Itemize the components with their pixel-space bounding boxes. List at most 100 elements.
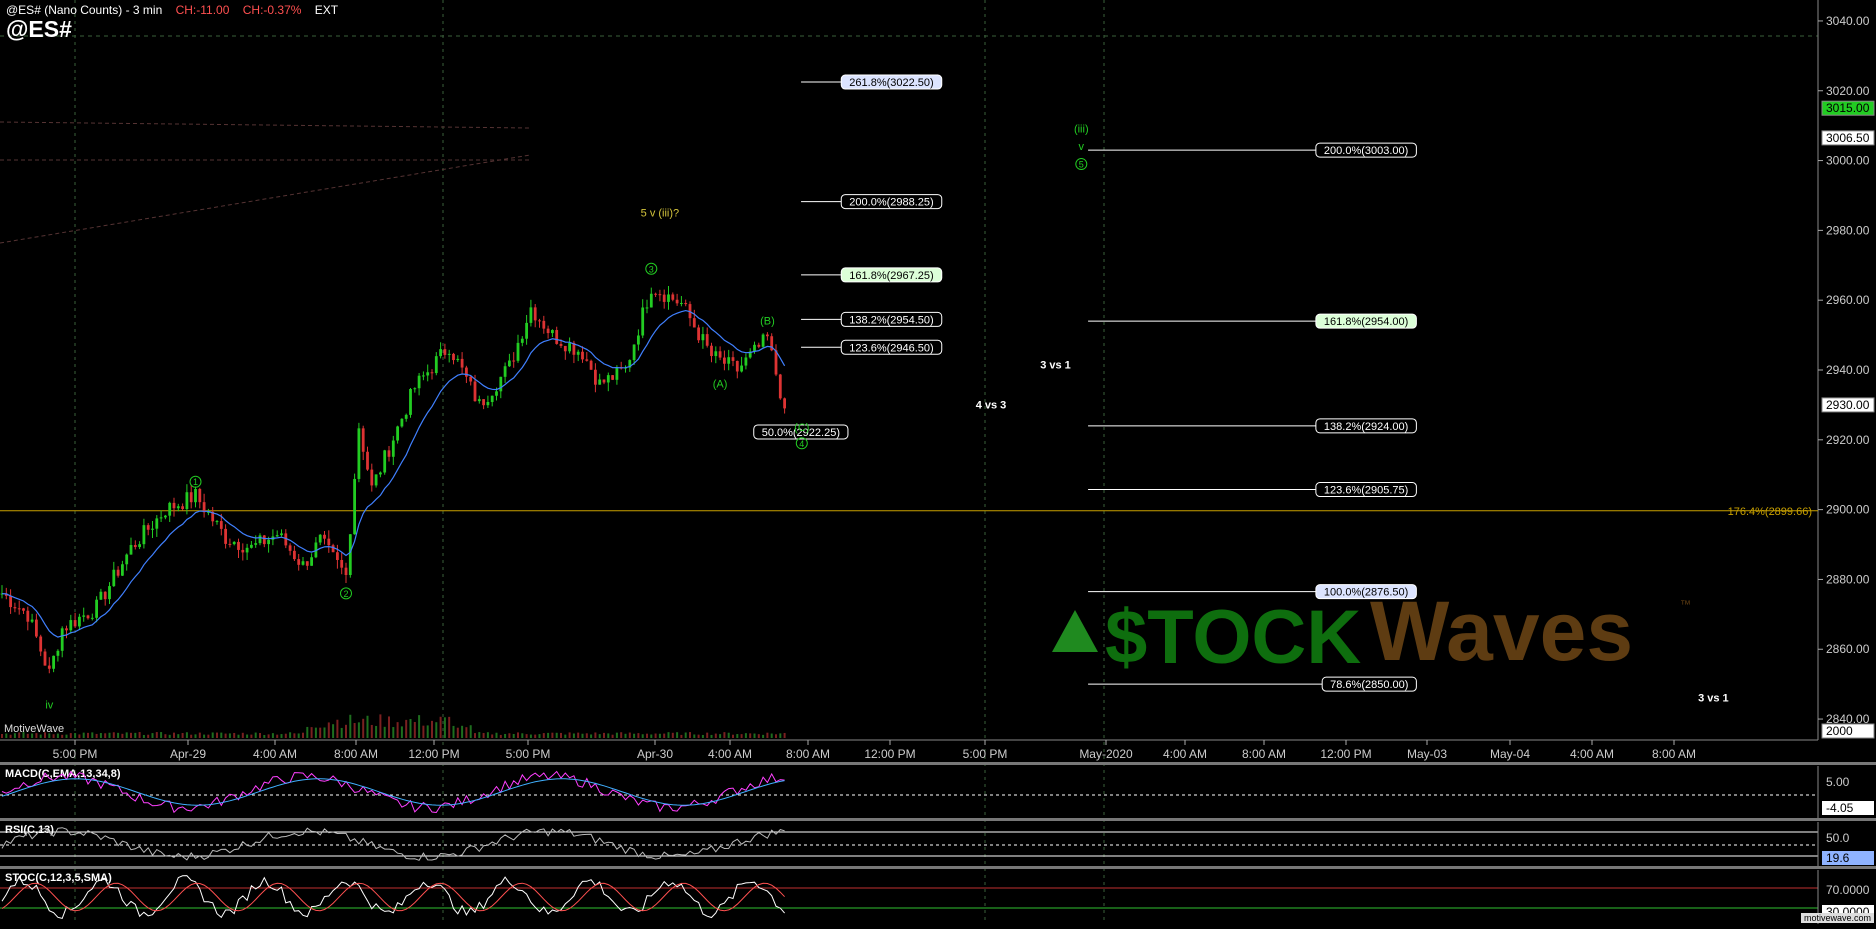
volume-bar [289,732,292,738]
volume-bar [319,727,322,738]
time-tick-label: May-2020 [1079,747,1133,761]
candle-body [47,665,51,669]
volume-bar [667,732,670,738]
fib-label: 200.0%(3003.00) [1324,145,1408,157]
volume-bar [590,734,593,738]
candle-body [589,360,593,370]
candle-body [379,472,382,475]
volume-bar [710,734,713,738]
candle-body [551,330,554,334]
price-chart[interactable]: 2840.002860.002880.002900.002920.002940.… [0,0,1876,924]
candle-body [563,345,567,352]
volume-bar [366,715,369,738]
candle-body [228,543,232,545]
candle-body [778,374,782,399]
volume-bar [276,734,279,738]
panel-divider [0,818,1876,821]
fib-label: 123.6%(2946.50) [849,342,933,354]
volume-bar [749,733,752,738]
wave-label: 2 [340,587,352,600]
candle-body [194,488,197,503]
volume-bar [383,726,386,738]
candle-body [245,547,249,553]
candle-body [718,351,722,358]
candle-body [383,450,387,473]
volume-bar [147,734,150,738]
logo-trademark: ™ [1680,599,1691,611]
volume-bar [82,732,85,738]
price-axis: 2840.002860.002880.002900.002920.002940.… [1817,0,1875,740]
candle-body [409,389,412,415]
candle-body [645,307,649,309]
price-marker-label: 3015.00 [1826,101,1870,115]
price-marker-label: 2930.00 [1826,398,1870,412]
price-tick-label: 2940.00 [1826,363,1870,377]
volume-bar [658,733,661,738]
footer-link[interactable]: motivewave.com [1800,913,1874,923]
volume-bar [246,734,249,738]
candle-body [598,379,602,385]
candle-body [344,567,348,575]
candle-body [26,610,30,622]
candle-body [512,360,516,362]
candle-body [39,636,43,652]
panel-trace [1,827,785,861]
fib-level: 200.0%(3003.00) [1088,142,1417,158]
volume-bar [233,732,236,738]
candle-body [95,599,98,618]
chart-grid [0,0,1818,924]
panel-trace [1,875,785,919]
volume-bar [770,733,773,738]
candle-body [684,302,688,305]
price-marker-label: 3006.50 [1826,131,1870,145]
fib-level: 161.8%(2967.25) [801,267,943,283]
candle-body [615,367,619,380]
volume-bar [138,732,141,738]
candle-body [310,557,313,566]
volume-bar [69,733,72,738]
time-tick-label: 12:00 PM [864,747,915,761]
panel-label: MACD(C,EMA,13,34,8) [5,768,121,780]
candle-body [267,539,270,545]
candle-body [237,541,240,550]
candle-body [516,342,520,361]
candle-body [533,307,537,321]
candle-body [692,318,696,328]
candle-body [348,534,352,575]
candle-body [125,554,129,565]
panel-divider [0,866,1876,869]
candle-body [671,294,675,300]
price-tick-label: 3000.00 [1826,154,1870,168]
volume-bar [220,732,223,738]
candle-body [108,586,111,600]
price-marker: 3015.00 [1821,100,1875,116]
time-tick-label: 4:00 AM [1570,747,1614,761]
candle-body [456,358,460,361]
volume-bar [753,733,756,738]
candle-body [766,334,769,337]
candle-body [387,450,391,457]
candle-body [189,492,193,503]
volume-bar [293,733,296,738]
candle-body [508,360,511,367]
candle-body [576,351,580,355]
volume-bar [284,733,287,738]
annotation-label: 3 vs 1 [1698,693,1729,705]
candle-body [585,359,589,361]
candle-body [714,351,718,357]
volume-bar [572,733,575,738]
volume-bar [740,734,743,738]
candle-body [43,651,47,666]
wave-label-text: v [1079,141,1085,153]
volume-bar [104,733,107,738]
wave-label-text: 2 [343,589,348,599]
volume-bar [732,734,734,738]
time-tick-label: 8:00 AM [1242,747,1286,761]
volume-bar [547,732,550,738]
price-marker: 2930.00 [1821,397,1875,413]
stockwaves-logo: $TOCK Waves ™ [1052,584,1691,680]
volume-bar [142,734,145,738]
annotation-label: 3 vs 1 [1040,359,1071,371]
volume-bar [560,732,562,738]
volume-bar [486,732,489,738]
